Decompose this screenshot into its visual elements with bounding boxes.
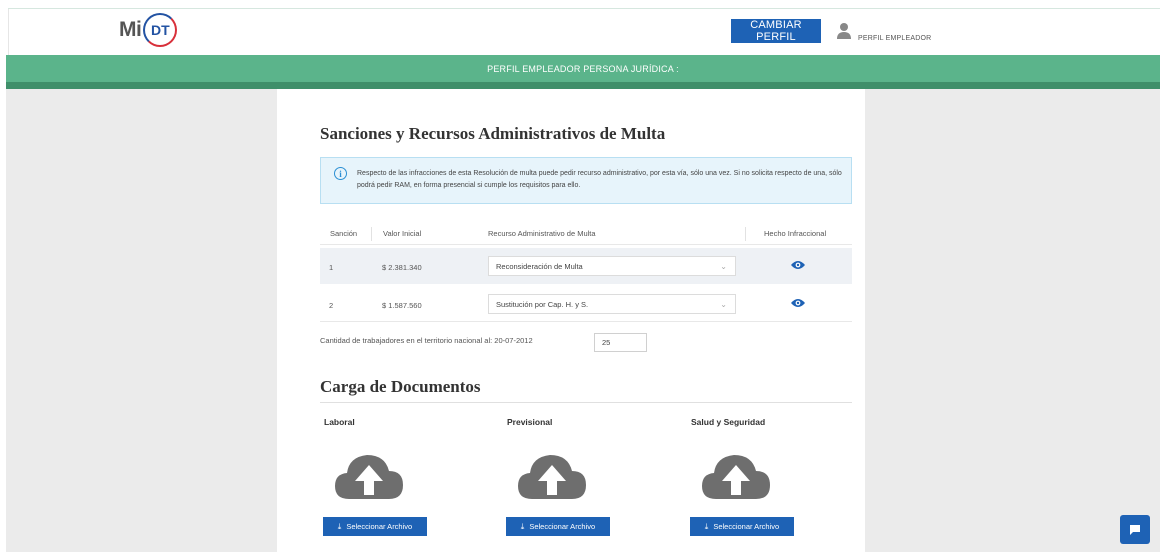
recurso-select-value: Reconsideración de Multa — [496, 261, 583, 271]
column-header-sancion: Sanción — [330, 229, 358, 238]
salud-seguridad-title: Salud y Seguridad — [691, 417, 766, 427]
chevron-down-icon: ⌄ — [720, 300, 727, 309]
sancion-cell: 2 — [329, 301, 334, 310]
mi-dt-logo[interactable]: Mi DT — [119, 13, 178, 47]
column-divider — [745, 227, 746, 241]
cloud-upload-icon[interactable] — [333, 451, 405, 505]
seleccionar-archivo-label: Seleccionar Archivo — [529, 522, 596, 531]
info-alert: i Respecto de las infracciones de esta R… — [320, 157, 852, 204]
banner-shadow — [6, 82, 1160, 89]
sancion-cell: 1 — [329, 263, 334, 272]
column-header-recurso: Recurso Administrativo de Multa — [488, 229, 596, 238]
logo-dt-text: DT — [150, 22, 170, 38]
previsional-title: Previsional — [507, 417, 553, 427]
page-background-left — [6, 89, 277, 552]
valor-inicial-cell: $ 1.587.560 — [382, 301, 422, 310]
cantidad-trabajadores-input[interactable]: 25 — [594, 333, 647, 352]
sanciones-title: Sanciones y Recursos Administrativos de … — [320, 124, 666, 143]
seleccionar-archivo-label: Seleccionar Archivo — [346, 522, 413, 531]
chat-icon — [1130, 524, 1140, 535]
cloud-upload-icon[interactable] — [700, 451, 772, 505]
logo-circle: DT — [143, 13, 178, 47]
cantidad-trabajadores-label: Cantidad de trabajadores en el territori… — [320, 336, 533, 345]
seleccionar-archivo-laboral-button[interactable]: ⤓ Seleccionar Archivo — [323, 517, 427, 536]
perfil-empleador-label[interactable]: PERFIL EMPLEADOR — [858, 35, 931, 42]
download-icon: ⤓ — [704, 521, 709, 531]
profile-banner-text: PERFIL EMPLEADOR PERSONA JURÍDICA : — [487, 63, 679, 74]
table-row: 2 $ 1.587.560 Sustitución por Cap. H. y … — [320, 286, 852, 322]
column-divider — [371, 227, 372, 241]
download-icon: ⤓ — [337, 521, 342, 531]
profile-banner: PERFIL EMPLEADOR PERSONA JURÍDICA : — [6, 55, 1160, 82]
table-header-underline — [320, 244, 852, 245]
cloud-upload-icon[interactable] — [516, 451, 588, 505]
valor-inicial-cell: $ 2.381.340 — [382, 263, 422, 272]
seleccionar-archivo-salud-button[interactable]: ⤓ Seleccionar Archivo — [690, 517, 794, 536]
chevron-down-icon: ⌄ — [720, 262, 727, 271]
recurso-select[interactable]: Sustitución por Cap. H. y S. ⌄ — [488, 294, 736, 314]
user-icon[interactable] — [837, 22, 851, 40]
seleccionar-archivo-previsional-button[interactable]: ⤓ Seleccionar Archivo — [506, 517, 610, 536]
carga-documentos-title: Carga de Documentos — [320, 377, 481, 396]
info-icon: i — [334, 167, 347, 180]
download-icon: ⤓ — [520, 521, 525, 531]
header: Mi DT CAMBIAR PERFIL PERFIL EMPLEADOR — [8, 9, 1160, 55]
main-card: Sanciones y Recursos Administrativos de … — [277, 89, 865, 552]
table-row: 1 $ 2.381.340 Reconsideración de Multa ⌄ — [320, 248, 852, 284]
recurso-select-value: Sustitución por Cap. H. y S. — [496, 299, 589, 309]
eye-icon[interactable] — [791, 260, 805, 270]
cambiar-perfil-button[interactable]: CAMBIAR PERFIL — [731, 19, 821, 43]
laboral-title: Laboral — [324, 417, 355, 427]
recurso-select[interactable]: Reconsideración de Multa ⌄ — [488, 256, 736, 276]
chat-button[interactable] — [1120, 515, 1150, 544]
seleccionar-archivo-label: Seleccionar Archivo — [713, 522, 780, 531]
eye-icon[interactable] — [791, 298, 805, 308]
column-header-hecho-infraccional: Hecho Infraccional — [764, 229, 827, 238]
info-alert-text: Respecto de las infracciones de esta Res… — [357, 170, 842, 189]
column-header-valor-inicial: Valor Inicial — [383, 229, 422, 238]
page-background-right — [865, 89, 1160, 552]
logo-mi-text: Mi — [119, 18, 142, 41]
carga-divider — [320, 402, 852, 403]
